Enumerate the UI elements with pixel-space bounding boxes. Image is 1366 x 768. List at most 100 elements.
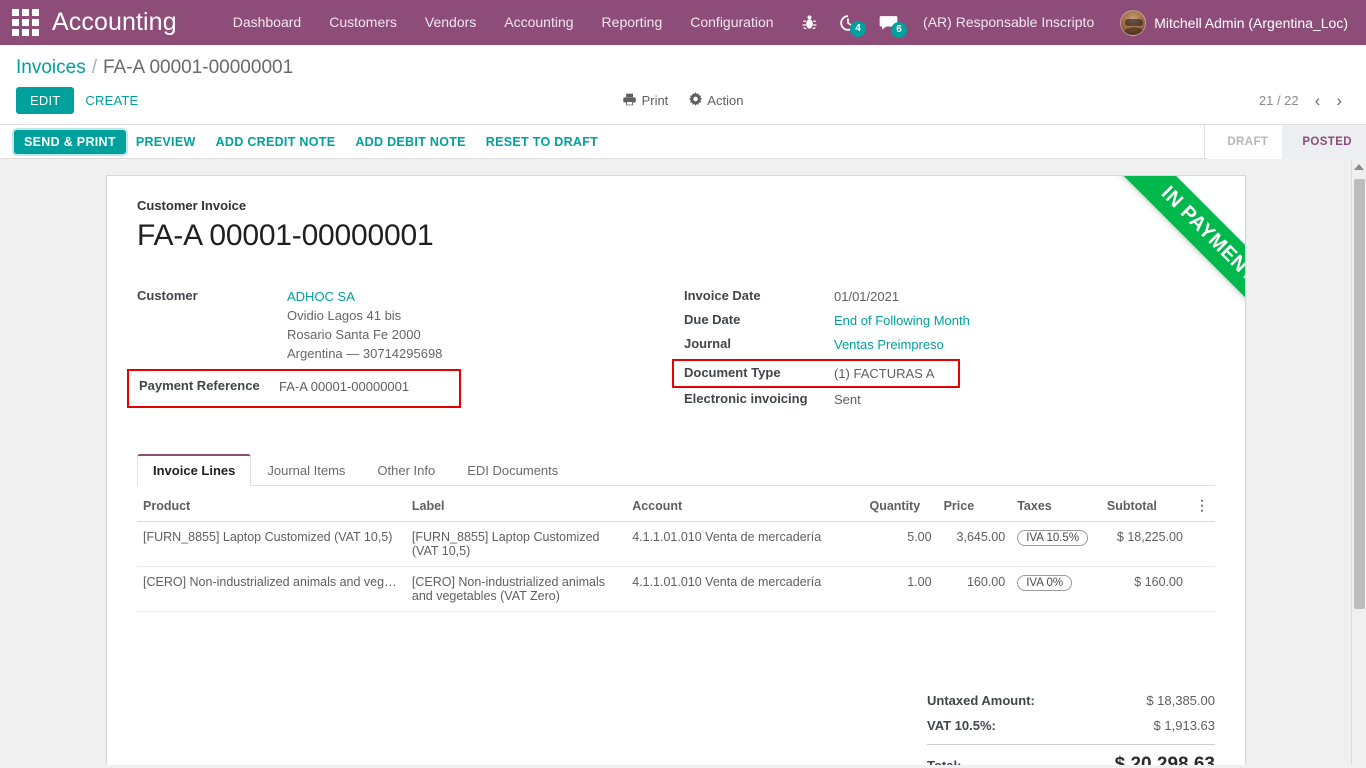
stage-posted[interactable]: POSTED [1271, 124, 1366, 159]
customer-name-link[interactable]: ADHOC SA [287, 289, 355, 304]
invoice-date-label: Invoice Date [684, 288, 761, 303]
menu-configuration[interactable]: Configuration [676, 0, 787, 45]
edit-button[interactable]: EDIT [16, 87, 75, 114]
header-product[interactable]: Product [137, 492, 406, 522]
cell-account[interactable]: 4.1.1.01.010 Venta de mercadería [626, 521, 864, 567]
company-switcher[interactable]: (AR) Responsable Inscripto [909, 0, 1108, 45]
journal-field: Journal Ventas Preimpreso [684, 335, 1212, 354]
tab-journal-items[interactable]: Journal Items [251, 454, 361, 486]
cell-tax-badge: IVA 10.5% [1017, 530, 1089, 546]
customer-country: Argentina — 30714295698 [287, 346, 443, 361]
cell-price[interactable]: 160.00 [937, 566, 1012, 612]
breadcrumb: Invoices / FA-A 00001-00000001 [0, 45, 1366, 79]
action-button[interactable]: Action [688, 92, 743, 109]
menu-reporting[interactable]: Reporting [588, 0, 677, 45]
header-taxes[interactable]: Taxes [1011, 492, 1101, 522]
tab-other-info[interactable]: Other Info [361, 454, 451, 486]
cell-options [1188, 521, 1215, 567]
add-credit-note-button[interactable]: ADD CREDIT NOTE [206, 130, 346, 154]
menu-vendors[interactable]: Vendors [411, 0, 490, 45]
cell-product: [FURN_8855] Laptop Customized (VAT 10,5) [143, 530, 393, 544]
invoice-header-fields: Customer ADHOC SA Ovidio Lagos 41 bis Ro… [127, 287, 1215, 414]
control-panel-buttons: EDIT CREATE Print Action 21 / 22 ‹ › [0, 79, 1366, 124]
scroll-up-arrow-icon[interactable] [1354, 164, 1364, 170]
header-price[interactable]: Price [937, 492, 1012, 522]
cell-quantity[interactable]: 5.00 [863, 521, 938, 567]
reset-to-draft-button[interactable]: RESET TO DRAFT [476, 130, 608, 154]
cell-subtotal: $ 160.00 [1100, 566, 1189, 612]
cell-price[interactable]: 3,645.00 [937, 521, 1012, 567]
vertical-scrollbar[interactable] [1351, 159, 1366, 765]
pager-value: 21 / 22 [1258, 93, 1299, 108]
cell-options [1188, 566, 1215, 612]
vat-row: VAT 10.5%: $ 1,913.63 [927, 713, 1215, 738]
gear-icon [688, 92, 702, 109]
action-label: Action [707, 93, 744, 108]
customer-street: Ovidio Lagos 41 bis [287, 308, 402, 323]
chevron-left-icon[interactable]: ‹ [1307, 90, 1329, 111]
cell-tax-badge: IVA 0% [1017, 575, 1073, 591]
cell-label[interactable]: [CERO] Non-industrialized animals and ve… [405, 566, 627, 612]
top-navbar: Accounting Dashboard Customers Vendors A… [0, 0, 1366, 45]
electronic-invoicing-label: Electronic invoicing [684, 391, 808, 406]
send-and-print-button[interactable]: SEND & PRINT [14, 129, 126, 154]
control-panel-center-actions: Print Action [623, 92, 743, 109]
invoice-right-column: Invoice Date 01/01/2021 Due Date End of … [672, 287, 1212, 414]
activity-clock-icon[interactable]: 4 [828, 14, 868, 37]
breadcrumb-invoices[interactable]: Invoices [16, 57, 86, 79]
invoice-date-value[interactable]: 01/01/2021 [834, 287, 899, 306]
total-value: $ 20,298.63 [1114, 754, 1215, 765]
electronic-invoicing-field: Electronic invoicing Sent [684, 390, 1212, 409]
menu-dashboard[interactable]: Dashboard [219, 0, 316, 45]
cell-label[interactable]: [FURN_8855] Laptop Customized (VAT 10,5) [405, 521, 627, 567]
invoice-sheet: IN PAYMENT Customer Invoice FA-A 00001-0… [106, 175, 1246, 765]
document-type-value[interactable]: (1) FACTURAS A [834, 364, 934, 383]
table-row[interactable]: [CERO] Non-industrialized animals and ve… [137, 566, 1215, 612]
header-subtotal[interactable]: Subtotal [1100, 492, 1189, 522]
chevron-right-icon[interactable]: › [1328, 90, 1350, 111]
untaxed-amount-label: Untaxed Amount: [927, 693, 1035, 708]
payment-reference-label: Payment Reference [139, 378, 260, 393]
customer-city: Rosario Santa Fe 2000 [287, 327, 421, 342]
vertical-dots-icon[interactable]: ⋮ [1195, 497, 1209, 513]
totals-section: Untaxed Amount: $ 18,385.00 VAT 10.5%: $… [137, 688, 1215, 765]
menu-customers[interactable]: Customers [315, 0, 411, 45]
app-brand-title[interactable]: Accounting [52, 8, 177, 37]
activity-count-badge: 4 [850, 20, 867, 37]
header-options[interactable]: ⋮ [1188, 492, 1215, 522]
cell-account[interactable]: 4.1.1.01.010 Venta de mercadería [626, 566, 864, 612]
bug-icon[interactable] [791, 14, 828, 31]
header-account[interactable]: Account [626, 492, 864, 522]
document-type-highlight: Document Type (1) FACTURAS A [672, 359, 960, 388]
navbar-right-tools: 4 6 (AR) Responsable Inscripto Mitchell … [791, 0, 1352, 45]
payment-reference-value[interactable]: FA-A 00001-00000001 [279, 377, 409, 396]
cell-subtotal: $ 18,225.00 [1100, 521, 1189, 567]
table-row[interactable]: [FURN_8855] Laptop Customized (VAT 10,5)… [137, 521, 1215, 567]
tab-edi-documents[interactable]: EDI Documents [451, 454, 574, 486]
cell-quantity[interactable]: 1.00 [863, 566, 938, 612]
document-type-label: Document Type [684, 365, 781, 380]
header-quantity[interactable]: Quantity [863, 492, 938, 522]
preview-button[interactable]: PREVIEW [126, 130, 206, 154]
menu-accounting[interactable]: Accounting [490, 0, 587, 45]
chat-bubble-icon[interactable]: 6 [868, 15, 909, 38]
vat-value: $ 1,913.63 [1153, 718, 1215, 733]
header-label[interactable]: Label [405, 492, 627, 522]
tab-invoice-lines[interactable]: Invoice Lines [137, 454, 252, 486]
customer-value: ADHOC SA Ovidio Lagos 41 bis Rosario San… [287, 287, 442, 363]
add-debit-note-button[interactable]: ADD DEBIT NOTE [345, 130, 475, 154]
scrollbar-thumb[interactable] [1354, 179, 1365, 609]
customer-label: Customer [137, 288, 198, 303]
apps-grid-icon[interactable] [8, 6, 42, 40]
avatar [1120, 9, 1147, 36]
journal-label: Journal [684, 336, 731, 351]
electronic-invoicing-value: Sent [834, 392, 861, 407]
print-button[interactable]: Print [623, 93, 668, 109]
due-date-value[interactable]: End of Following Month [834, 311, 970, 330]
vat-label: VAT 10.5%: [927, 718, 996, 733]
journal-value[interactable]: Ventas Preimpreso [834, 335, 944, 354]
create-button[interactable]: CREATE [74, 88, 149, 113]
user-menu[interactable]: Mitchell Admin (Argentina_Loc) [1108, 9, 1352, 36]
status-bar: SEND & PRINT PREVIEW ADD CREDIT NOTE ADD… [0, 124, 1366, 159]
table-header-row: Product Label Account Quantity Price Tax… [137, 492, 1215, 522]
